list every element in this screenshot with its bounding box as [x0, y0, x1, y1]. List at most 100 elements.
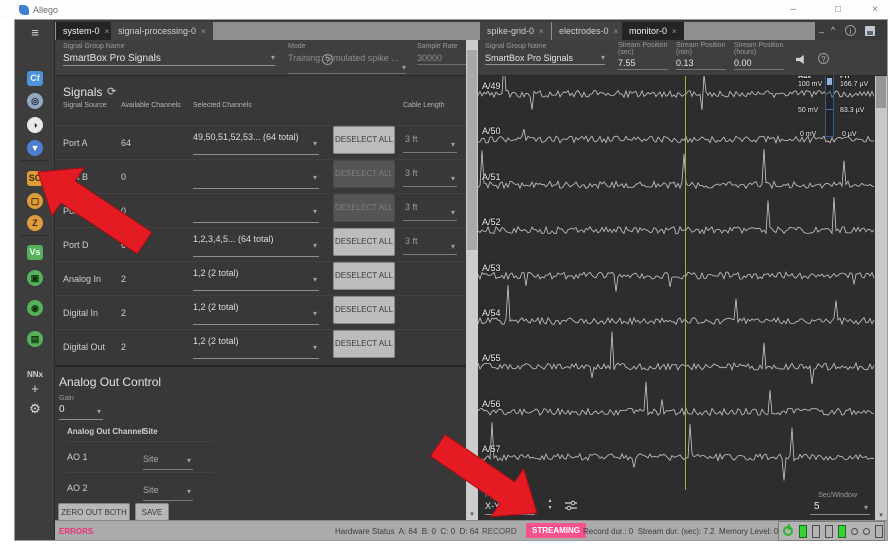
- scroll-down-icon[interactable]: ▾: [875, 511, 887, 519]
- tab-signal-processing-0[interactable]: signal-processing-0 ×: [111, 22, 213, 40]
- channel-label: A/57: [482, 444, 501, 455]
- sidebar-item-video-icon[interactable]: ▣: [15, 268, 55, 286]
- refresh-icon[interactable]: ⟳: [107, 85, 116, 98]
- analog-out-channel-label: AO 2: [67, 483, 88, 493]
- cable-length-dropdown[interactable]: 3 ft ▾: [403, 129, 457, 153]
- record-button[interactable]: RECORD: [482, 527, 517, 536]
- waveform-display[interactable]: A/49 A/50 A/51 A/52 A/53 A/54 A/55 A/56 A/57 Aux…: [478, 76, 875, 490]
- deselect-all-button[interactable]: DESELECT ALL: [333, 330, 395, 358]
- cable-length-dropdown[interactable]: 3 ft ▾: [403, 197, 457, 221]
- site-dropdown[interactable]: Site ▾: [143, 454, 193, 470]
- left-panel-scrollbar[interactable]: ▾: [466, 40, 478, 520]
- deselect-all-button[interactable]: DESELECT ALL: [333, 228, 395, 256]
- scale-slider-handle[interactable]: [827, 78, 832, 85]
- selected-channels-dropdown[interactable]: 1,2 (2 total) ▾: [193, 265, 319, 291]
- tab-spike-grid-0[interactable]: spike-grid-0 ×: [480, 22, 551, 40]
- stream-hours-value[interactable]: 0.00: [734, 58, 784, 70]
- tune-settings-icon[interactable]: [564, 500, 578, 512]
- panel-window-controls: _ ^ i: [815, 22, 887, 40]
- channel-page-spinner[interactable]: ▴ ▾: [544, 498, 556, 512]
- right-panel-header: Signal Group Name SmartBox Pro Signals ▾…: [478, 40, 887, 76]
- window-maximize-button[interactable]: □: [826, 3, 850, 17]
- cable-length-dropdown[interactable]: 3 ft ▾: [403, 231, 457, 255]
- audio-monitor-icon[interactable]: [796, 54, 804, 65]
- scrollbar-thumb[interactable]: [876, 76, 886, 108]
- selected-channels-dropdown[interactable]: ▾: [193, 197, 319, 223]
- site-dropdown[interactable]: Site ▾: [143, 485, 193, 501]
- sidebar-item-swirl-icon[interactable]: ◑: [15, 115, 55, 133]
- sidebar-item-cf-module-icon[interactable]: Cf: [15, 68, 55, 86]
- chevron-down-icon: ▾: [450, 208, 455, 217]
- save-button[interactable]: SAVE: [135, 503, 169, 521]
- spin-up-icon[interactable]: ▴: [544, 498, 556, 505]
- mode-dropdown[interactable]: Training: Simulated spike ... ▾: [288, 53, 406, 74]
- stream-min-value[interactable]: 0.13: [676, 58, 726, 70]
- save-layout-icon[interactable]: [865, 26, 875, 36]
- signal-group-dropdown[interactable]: SmartBox Pro Signals ▾: [63, 53, 275, 66]
- analog-out-section: Analog Out Control Gain 0 ▾ Analog Out C…: [55, 365, 466, 522]
- sample-rate-value: 30000: [417, 53, 443, 63]
- selected-channels-dropdown[interactable]: 1,2 (2 total) ▾: [193, 333, 319, 359]
- selected-channels-dropdown[interactable]: 49,50,51,52,53... (64 total) ▾: [193, 129, 319, 155]
- selected-channels-dropdown[interactable]: 1,2 (2 total) ▾: [193, 299, 319, 325]
- gain-dropdown[interactable]: 0 ▾: [59, 404, 103, 420]
- impedance-icon: Z: [27, 215, 43, 231]
- tab-system-0[interactable]: system-0 ×: [56, 22, 117, 40]
- errors-indicator[interactable]: ERRORS: [59, 527, 93, 536]
- tab-close-icon[interactable]: ×: [201, 27, 206, 36]
- tab-monitor-0[interactable]: monitor-0 ×: [622, 22, 684, 40]
- panel-expand-icon[interactable]: ^: [831, 25, 835, 35]
- tab-close-icon[interactable]: ×: [614, 27, 619, 36]
- selected-channels-dropdown[interactable]: ▾: [193, 163, 319, 189]
- sidebar-item-sc-module-icon[interactable]: SC: [15, 168, 55, 186]
- sidebar-item-vs-module-icon[interactable]: Vs: [15, 242, 55, 260]
- sample-rate-dropdown[interactable]: 30000 ▾: [417, 53, 473, 65]
- selected-channels-value: 49,50,51,52,53... (64 total): [193, 132, 299, 142]
- deselect-all-button[interactable]: DESELECT ALL: [333, 126, 395, 154]
- deselect-all-button[interactable]: DESELECT ALL: [333, 262, 395, 290]
- col-cable-length: Cable Length: [403, 102, 445, 109]
- deselect-all-button[interactable]: DESELECT ALL: [333, 296, 395, 324]
- cable-length-dropdown[interactable]: 3 ft ▾: [403, 163, 457, 187]
- sidebar-item-sync-icon[interactable]: ◉: [15, 298, 55, 316]
- sidebar-item-probe-map-icon[interactable]: ▢: [15, 191, 55, 209]
- right-panel-scrollbar[interactable]: ▾: [875, 76, 887, 520]
- signal-source-label: Analog In: [63, 274, 102, 284]
- plot-type-dropdown[interactable]: X-Y Plot: [485, 501, 535, 515]
- signal-group-dropdown[interactable]: SmartBox Pro Signals ▾: [485, 53, 605, 65]
- tab-close-icon[interactable]: ×: [672, 27, 677, 36]
- help-icon[interactable]: ?: [818, 53, 829, 64]
- chevron-down-icon: ▾: [312, 343, 317, 352]
- sync-icon: ◉: [27, 300, 43, 316]
- sidebar-item-impedance-icon[interactable]: Z: [15, 213, 55, 231]
- stream-sec-label: Stream Position: [618, 42, 668, 49]
- streaming-badge[interactable]: STREAMING: [526, 523, 586, 538]
- help-icon[interactable]: ?: [322, 54, 333, 65]
- sidebar-item-settings-gear-icon[interactable]: ⚙: [15, 400, 55, 418]
- sidebar-item-filter-icon[interactable]: ▼: [15, 138, 55, 156]
- tab-close-icon[interactable]: ×: [105, 27, 110, 36]
- sidebar-item-menu-icon[interactable]: ≡: [15, 24, 55, 42]
- zero-out-both-button[interactable]: ZERO OUT BOTH: [58, 503, 130, 521]
- panel-minimize-icon[interactable]: _: [819, 23, 824, 33]
- sidebar-item-add-module-icon[interactable]: +: [15, 380, 55, 398]
- tab-close-icon[interactable]: ×: [539, 27, 544, 36]
- vs-module-icon: Vs: [27, 245, 43, 260]
- scroll-down-icon[interactable]: ▾: [466, 510, 478, 518]
- spin-down-icon[interactable]: ▾: [544, 505, 556, 512]
- signal-row: Analog In 2 1,2 (2 total) ▾ DESELECT ALL…: [55, 261, 466, 295]
- sidebar-item-nn-disc-icon[interactable]: ◎: [15, 91, 55, 109]
- tab-electrodes-0[interactable]: electrodes-0 ×: [552, 22, 626, 40]
- info-icon[interactable]: i: [845, 25, 856, 36]
- sec-window-dropdown[interactable]: 5 ▾: [810, 501, 870, 515]
- window-minimize-button[interactable]: –: [781, 3, 805, 17]
- allego-logo-icon: [19, 5, 29, 15]
- window-close-button[interactable]: ×: [863, 3, 887, 17]
- scale-slider[interactable]: [825, 76, 834, 137]
- stream-sec-value[interactable]: 7.55: [618, 58, 668, 70]
- signal-source-label: Port A: [63, 138, 88, 148]
- sidebar-item-server-icon[interactable]: ▤: [15, 329, 55, 347]
- selected-channels-dropdown[interactable]: 1,2,3,4,5... (64 total) ▾: [193, 231, 319, 257]
- scrollbar-thumb[interactable]: [467, 50, 477, 250]
- server-icon: ▤: [27, 331, 43, 347]
